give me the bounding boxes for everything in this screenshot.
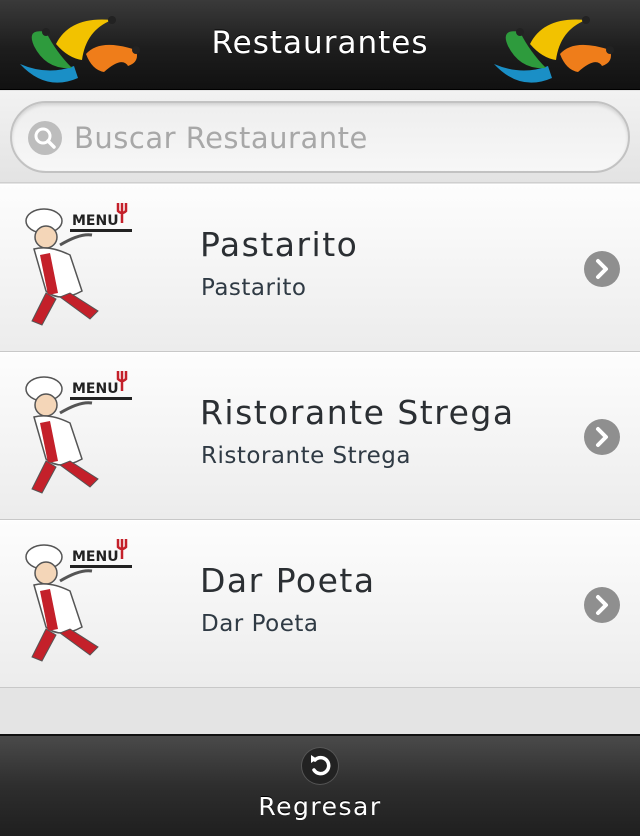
list-item-dar-poeta[interactable]: MENU Dar Poeta Dar Poeta [0,520,640,688]
page-title: Restaurantes [211,24,429,61]
menu-label: MENU [72,213,119,229]
chevron-right-icon[interactable] [584,419,620,455]
restaurant-name: Ristorante Strega [200,393,515,432]
footer-toolbar: Regresar [0,734,640,836]
list-item-pastarito[interactable]: MENU Pastarito Pastarito [0,184,640,352]
restaurant-subtitle: Ristorante Strega [201,443,411,469]
jester-hat-logo-icon [20,16,140,83]
restaurant-subtitle: Pastarito [201,275,307,301]
search-input[interactable] [74,113,614,163]
chef-menu-thumbnail: MENU [25,539,132,662]
chef-menu-thumbnail: MENU [25,371,132,494]
chef-menu-thumbnail: MENU [25,203,132,326]
restaurant-subtitle: Dar Poeta [201,611,319,637]
header-bar: Restaurantes [0,0,640,90]
undo-arrow-icon [302,748,338,784]
restaurant-name: Dar Poeta [200,561,376,600]
chevron-right-icon[interactable] [584,251,620,287]
menu-label: MENU [72,549,119,565]
list-item-ristorante-strega[interactable]: MENU Ristorante Strega Ristorante Strega [0,352,640,520]
search-icon [28,121,62,155]
chevron-right-icon[interactable] [584,587,620,623]
restaurant-list: MENU Pastarito Pastarito MENU Ristorante… [0,184,640,688]
restaurant-name: Pastarito [200,225,359,264]
search-bar [0,91,640,183]
menu-label: MENU [72,381,119,397]
search-field[interactable] [10,101,630,173]
back-button[interactable]: Regresar [220,736,420,836]
back-button-label: Regresar [258,792,382,821]
jester-hat-logo-icon [494,16,614,83]
